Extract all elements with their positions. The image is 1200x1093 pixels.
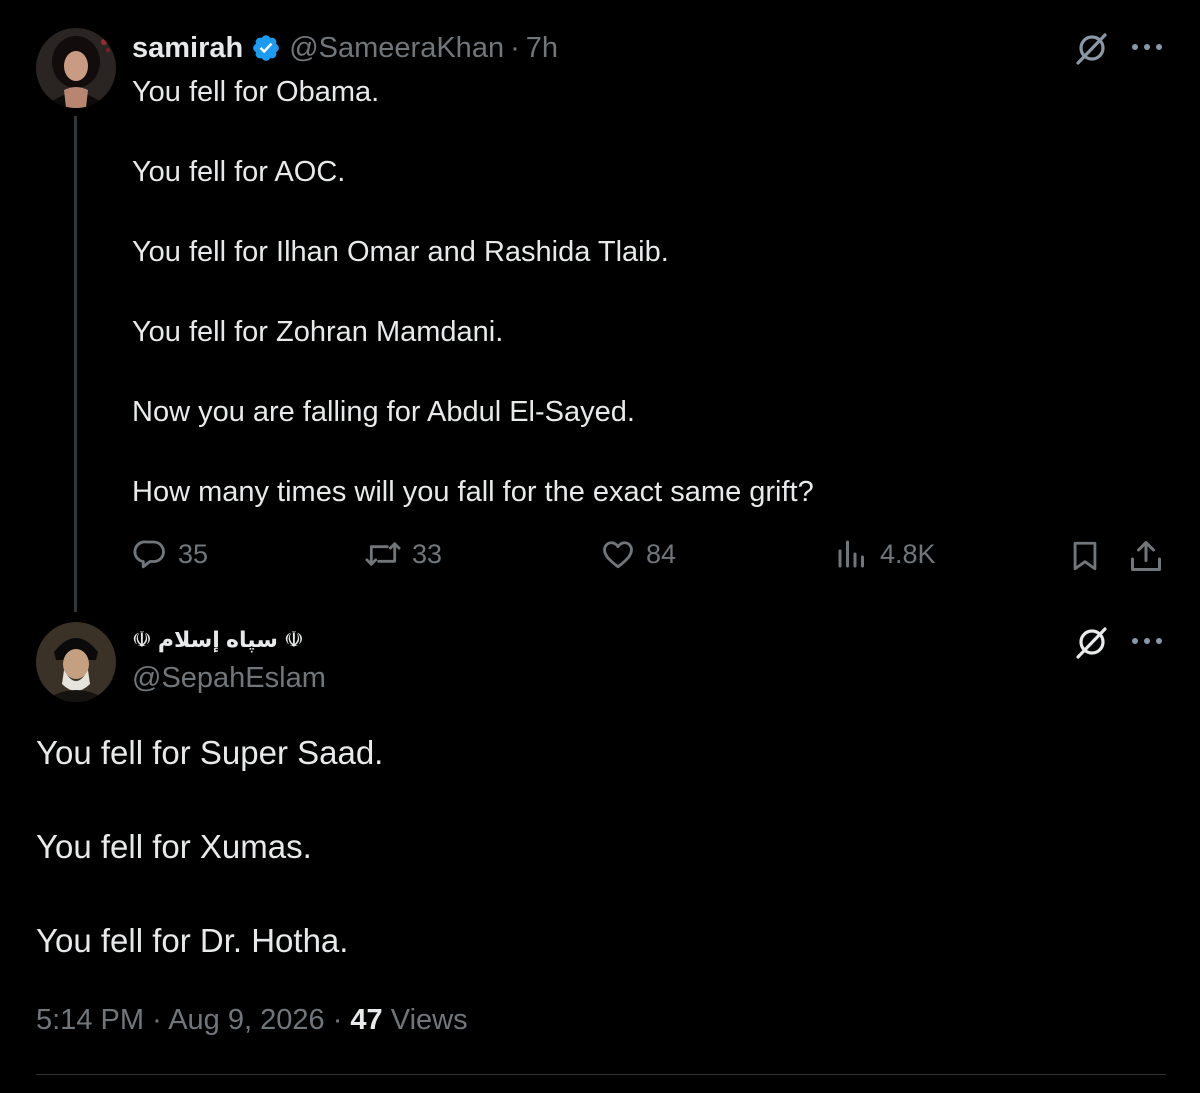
bookmark-icon[interactable]	[1068, 538, 1102, 579]
separator-dot: ·	[510, 31, 520, 64]
reply-line: You fell for Super Saad.	[36, 734, 384, 771]
reply-line: You fell for Dr. Hotha.	[36, 922, 349, 959]
separator-dot: ·	[332, 1004, 343, 1036]
author-handle[interactable]: @SameeraKhan	[289, 32, 504, 65]
tweet-body: You fell for Obama. You fell for AOC. Yo…	[132, 72, 1132, 512]
thread-line	[74, 116, 77, 612]
tweet-line: Now you are falling for Abdul El-Sayed.	[132, 396, 635, 428]
more-icon[interactable]	[1130, 634, 1164, 653]
grok-icon[interactable]	[1074, 624, 1110, 665]
grok-icon[interactable]	[1074, 30, 1110, 71]
separator-dot: ·	[152, 1004, 162, 1036]
reply-line: You fell for Xumas.	[36, 828, 312, 865]
reply-author-name[interactable]: ☫ سپاه إسلام ☫	[132, 627, 304, 653]
tweet-line: You fell for Obama.	[132, 76, 380, 108]
repost-button[interactable]: 33	[364, 536, 442, 572]
divider	[36, 1074, 1166, 1075]
reply-date[interactable]: Aug 9, 2026	[168, 1004, 324, 1036]
tweet-line: You fell for Zohran Mamdani.	[132, 316, 504, 348]
tweet-line: You fell for AOC.	[132, 156, 346, 188]
reply-time[interactable]: 5:14 PM	[36, 1004, 144, 1036]
reply-body: You fell for Super Saad. You fell for Xu…	[36, 730, 1136, 964]
reply-header: ☫ سپاه إسلام ☫	[132, 622, 304, 658]
tweet-line: How many times will you fall for the exa…	[132, 476, 814, 508]
tweet-header: samirah @SameeraKhan · 7h	[132, 30, 558, 66]
reply-views-label: Views	[390, 1004, 468, 1036]
like-button[interactable]: 84	[600, 536, 676, 572]
reply-button[interactable]: 35	[132, 536, 208, 572]
like-count: 84	[646, 538, 677, 569]
repost-count: 33	[412, 538, 443, 569]
verified-badge-icon	[251, 33, 281, 63]
views-button[interactable]: 4.8K	[834, 536, 936, 572]
avatar[interactable]	[36, 28, 116, 108]
tweet-time[interactable]: 7h	[526, 32, 558, 65]
reply-meta: 5:14 PM · Aug 9, 2026 · 47 Views	[36, 1004, 468, 1037]
reply-views-count: 47	[350, 1004, 383, 1036]
views-icon	[838, 540, 864, 568]
more-icon[interactable]	[1130, 40, 1164, 59]
like-icon	[603, 541, 633, 569]
share-icon[interactable]	[1128, 538, 1164, 579]
reply-icon	[133, 540, 165, 569]
avatar[interactable]	[36, 622, 116, 702]
views-count: 4.8K	[880, 538, 936, 569]
reply-count: 35	[178, 538, 209, 569]
author-name[interactable]: samirah	[132, 32, 243, 65]
tweet-line: You fell for Ilhan Omar and Rashida Tlai…	[132, 236, 669, 268]
reply-author-handle[interactable]: @SepahEslam	[132, 662, 326, 695]
repost-icon	[365, 542, 401, 566]
